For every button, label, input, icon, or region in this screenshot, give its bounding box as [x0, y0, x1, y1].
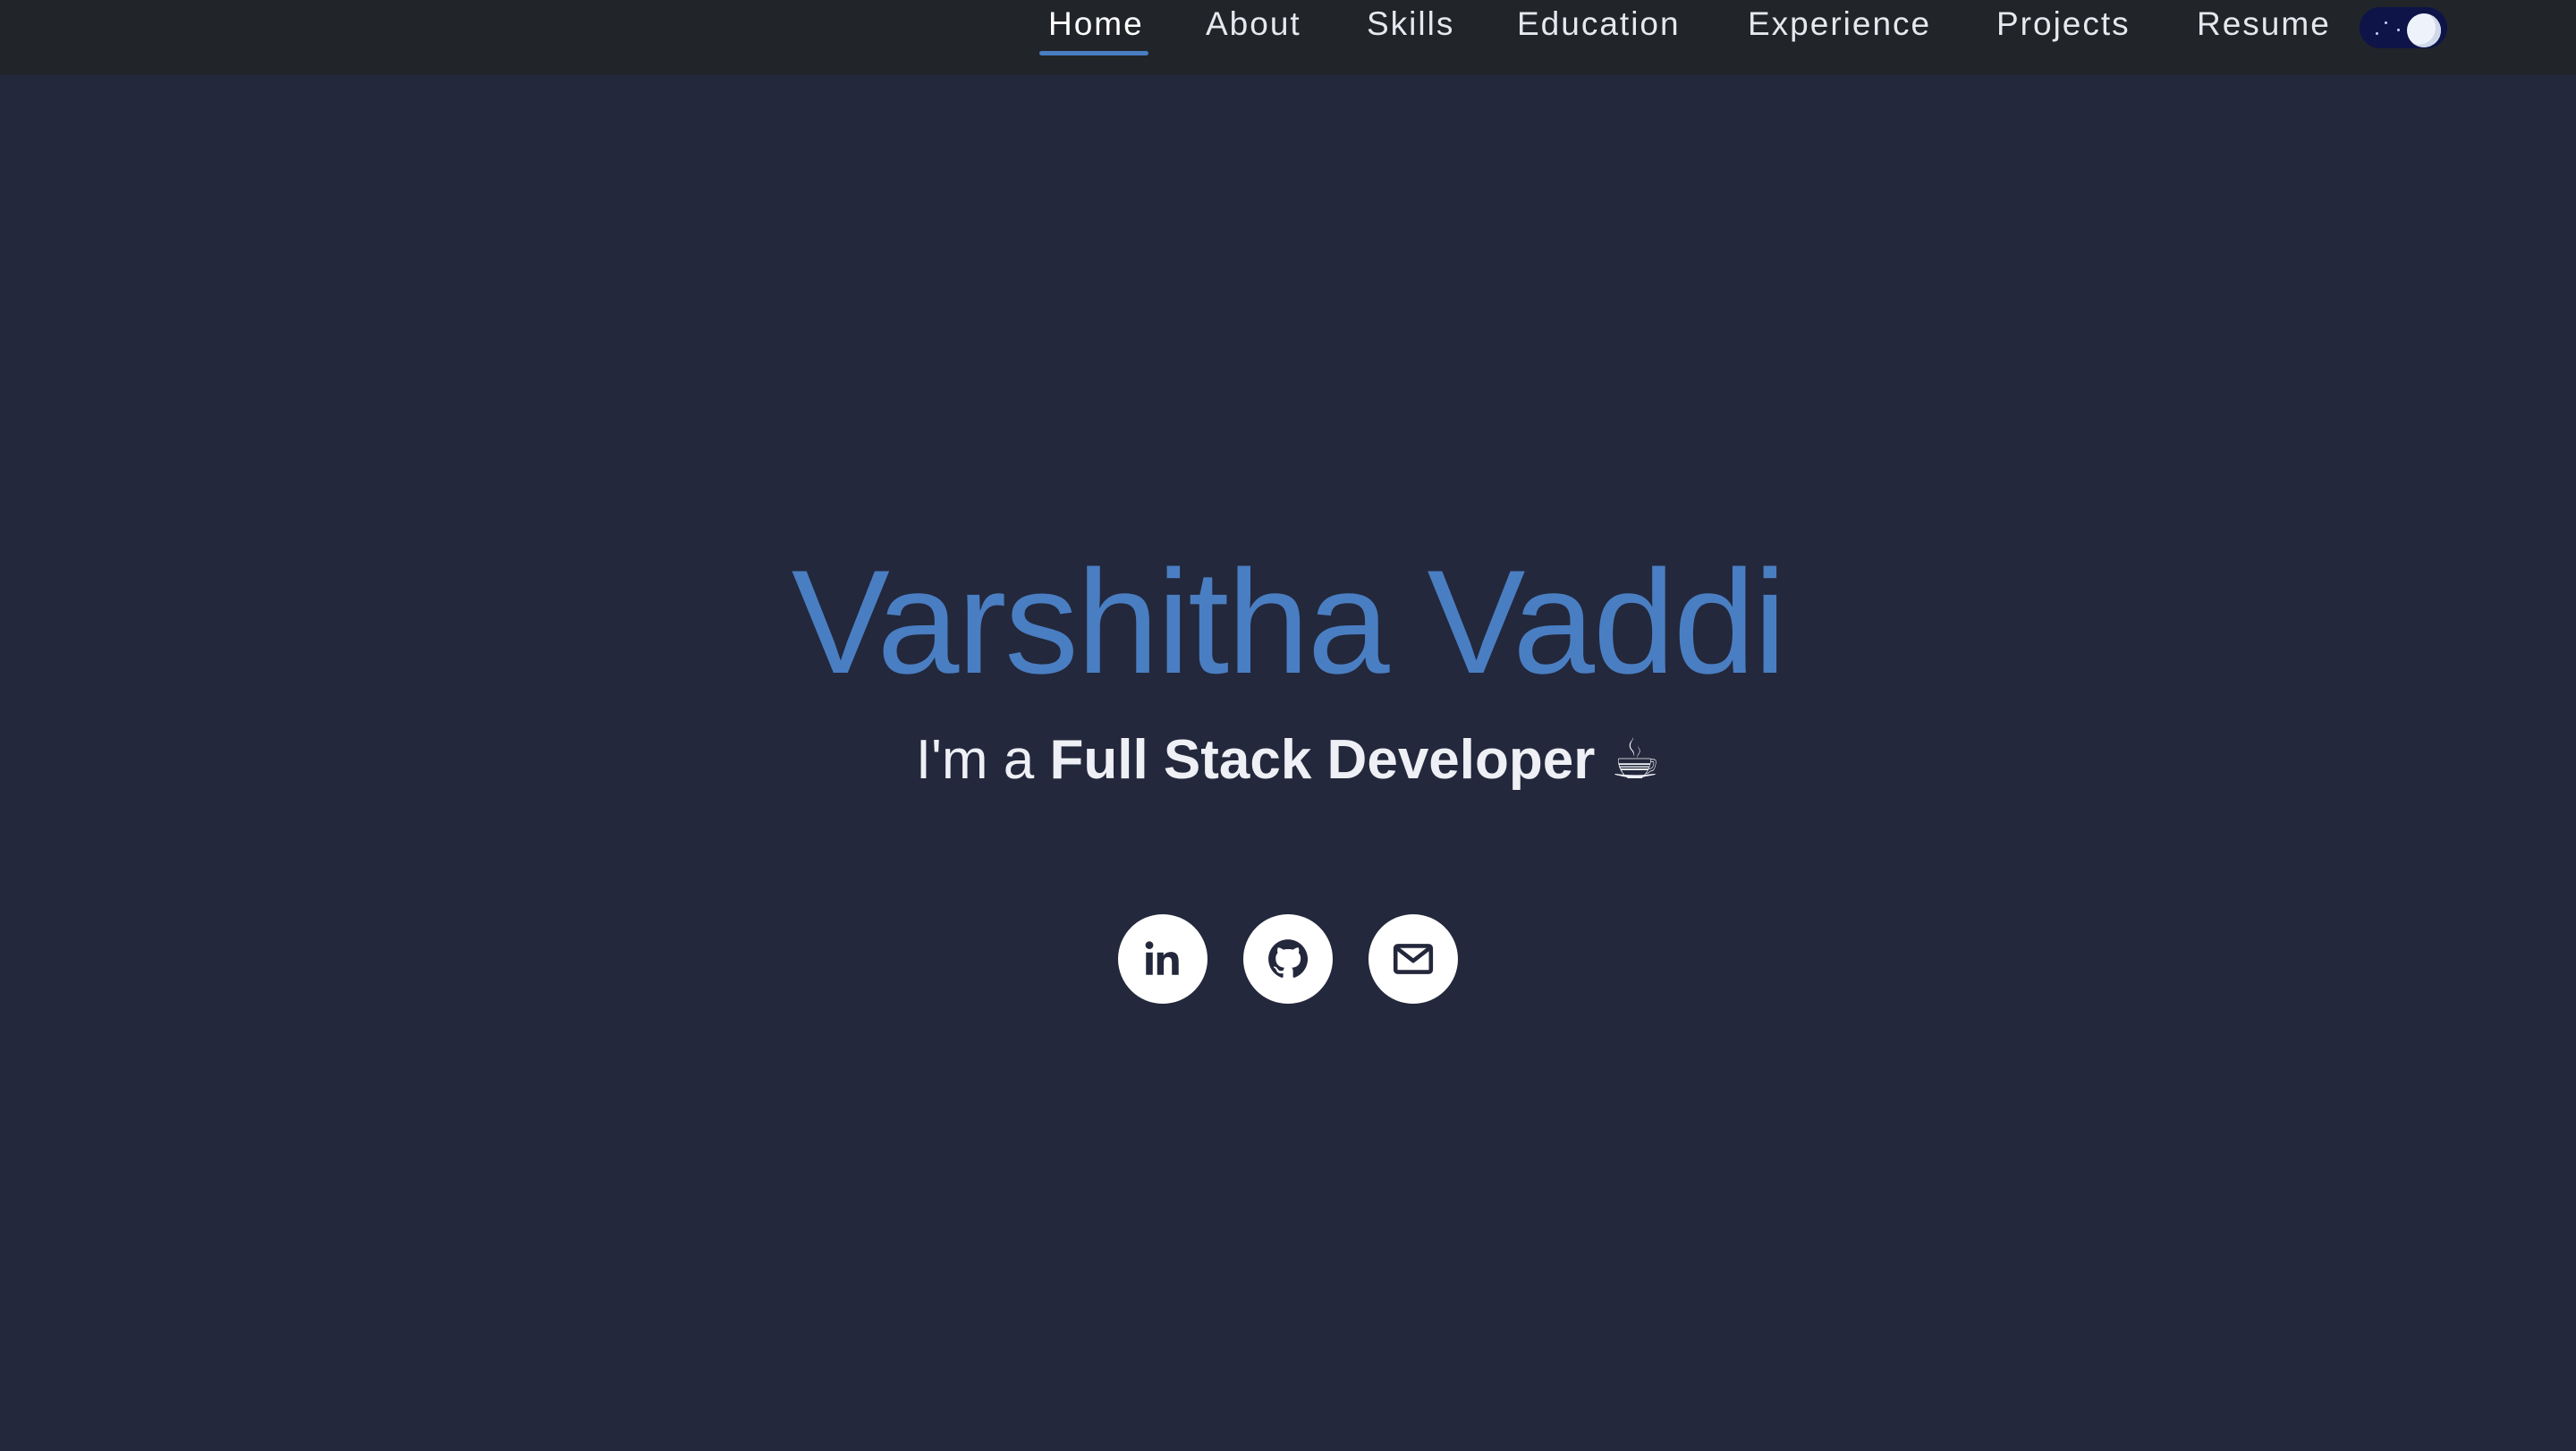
coffee-icon: ☕: [1610, 729, 1661, 791]
moon-icon: [2407, 13, 2441, 47]
nav-link-experience[interactable]: Experience: [1748, 0, 1931, 50]
hero-tagline: I'm a Full Stack Developer ☕: [0, 725, 2576, 796]
github-button[interactable]: [1243, 914, 1333, 1004]
github-icon: [1268, 939, 1309, 978]
tagline-prefix: I'm a: [915, 729, 1035, 791]
star-icon: [2385, 21, 2387, 24]
theme-toggle[interactable]: [2360, 7, 2447, 48]
hero-name: Varshitha Vaddi: [791, 539, 1786, 704]
nav-link-projects[interactable]: Projects: [1996, 0, 2131, 50]
nav-link-home[interactable]: Home: [1048, 0, 1144, 50]
social-links: [1118, 914, 1458, 1006]
linkedin-icon: [1145, 941, 1179, 975]
nav-link-education[interactable]: Education: [1517, 0, 1681, 50]
navbar: Home About Skills Education Experience P…: [0, 0, 2576, 75]
nav-link-about[interactable]: About: [1206, 0, 1301, 50]
star-icon: [2397, 29, 2400, 31]
tagline-role: Full Stack Developer: [1049, 729, 1596, 791]
mail-icon: [1393, 944, 1434, 974]
linkedin-button[interactable]: [1118, 914, 1208, 1004]
nav-active-underline: [1039, 51, 1148, 55]
star-icon: [2376, 32, 2378, 35]
email-button[interactable]: [1368, 914, 1458, 1004]
nav-link-skills[interactable]: Skills: [1367, 0, 1454, 50]
nav-link-resume[interactable]: Resume: [2197, 0, 2331, 50]
